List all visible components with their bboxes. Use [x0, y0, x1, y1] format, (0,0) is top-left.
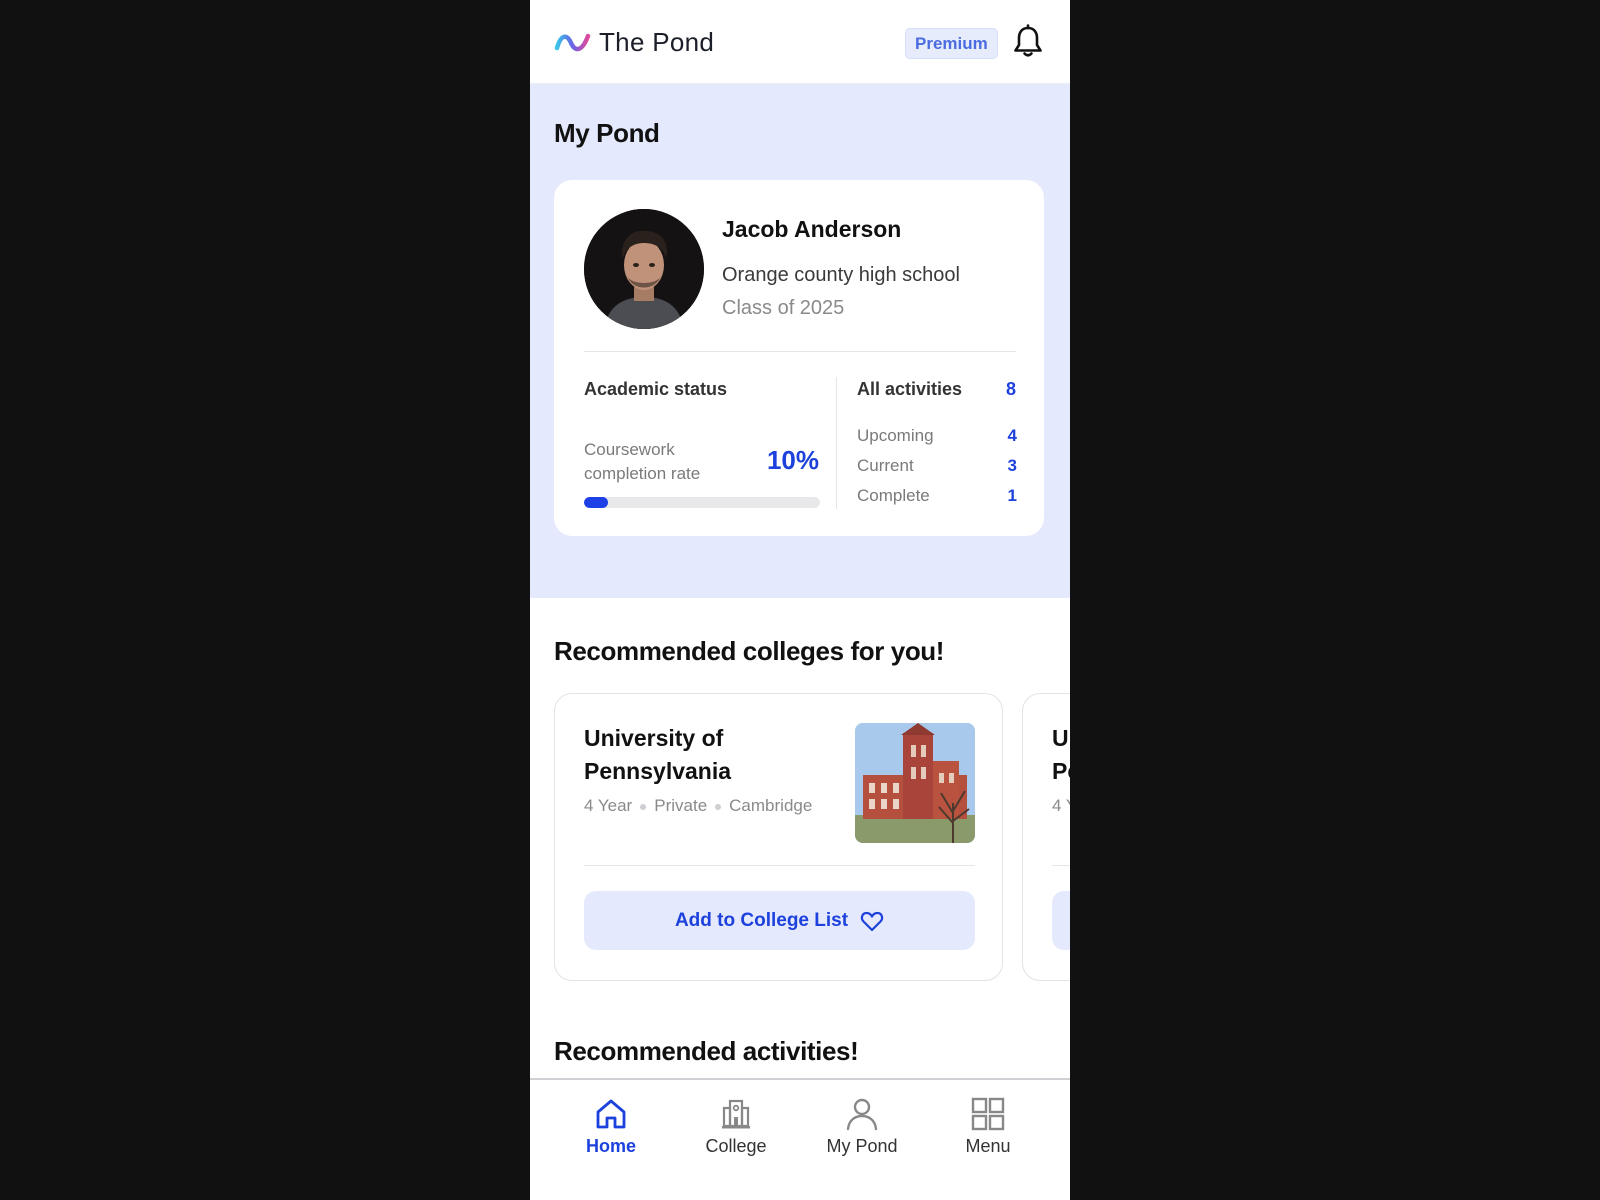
college-card[interactable]: University of Pennsylvania 4 Year Private… [554, 693, 1003, 981]
nav-label: My Pond [826, 1136, 898, 1156]
profile-class-year: Class of 2025 [722, 297, 845, 319]
nav-menu[interactable]: Menu [933, 1096, 1043, 1157]
activity-row-current[interactable]: Current 3 [857, 456, 1017, 476]
academic-status-title: Academic status [584, 379, 728, 399]
activity-row-upcoming[interactable]: Upcoming 4 [857, 426, 1017, 446]
avatar[interactable] [584, 209, 704, 329]
college-building-photo [855, 723, 975, 843]
brand-logo[interactable]: The Pond [554, 27, 714, 58]
home-icon [596, 1099, 626, 1129]
coursework-label: Coursework completion rate [584, 440, 701, 483]
wave-logo-icon [554, 33, 591, 51]
activity-label: Current [857, 456, 914, 475]
activity-label: Complete [857, 486, 930, 505]
activity-label: Upcoming [857, 426, 934, 445]
progress-fill [584, 497, 608, 508]
bell-icon[interactable] [1010, 24, 1046, 60]
nav-label: College [705, 1136, 767, 1156]
nav-my-pond[interactable]: My Pond [807, 1096, 917, 1157]
college-type: Private [654, 796, 708, 815]
bottom-navigation: Home College My Pond Menu [530, 1078, 1070, 1200]
profile-photo [584, 209, 704, 329]
card-divider [1052, 865, 1070, 866]
nav-home[interactable]: Home [556, 1096, 666, 1157]
college-years: 4 Year [584, 796, 633, 815]
user-icon [846, 1098, 878, 1131]
college-name: University of Pennsylvania [1052, 725, 1070, 784]
college-image [855, 723, 975, 843]
all-activities-count: 8 [1005, 379, 1016, 399]
my-pond-title: My Pond [554, 118, 660, 148]
coursework-percent: 10% [766, 445, 819, 475]
separator-dot [715, 803, 722, 810]
app-screen: The Pond Premium My Pond Jacob Anderson … [530, 0, 1070, 1200]
nav-college[interactable]: College [681, 1096, 791, 1157]
college-meta: 4 Year Private Cambridge [584, 796, 812, 816]
premium-badge[interactable]: Premium [905, 28, 998, 59]
college-card[interactable]: University of Pennsylvania 4 Year [1022, 693, 1070, 981]
card-divider [584, 865, 975, 866]
recommended-colleges-title: Recommended colleges for you! [554, 636, 945, 666]
college-location: Cambridge [729, 796, 813, 815]
activity-count: 1 [1007, 486, 1017, 505]
activity-row-complete[interactable]: Complete 1 [857, 486, 1017, 506]
activity-count: 3 [1007, 456, 1017, 475]
add-to-college-list-button[interactable]: Add to College List [584, 891, 975, 950]
activity-count: 4 [1007, 426, 1017, 445]
top-header: The Pond Premium [530, 0, 1070, 84]
nav-label: Home [585, 1136, 636, 1156]
profile-name: Jacob Anderson [722, 216, 902, 242]
profile-card[interactable]: Jacob Anderson Orange county high school… [554, 180, 1044, 536]
heart-icon [860, 911, 884, 931]
nav-label: Menu [965, 1136, 1011, 1156]
separator-dot [640, 803, 647, 810]
college-meta: 4 Year [1052, 796, 1070, 816]
recommended-activities-title: Recommended activities! [554, 1036, 859, 1066]
college-name: University of Pennsylvania [584, 725, 732, 784]
profile-school: Orange county high school [722, 264, 960, 286]
add-to-college-list-button[interactable] [1052, 891, 1070, 950]
my-pond-section: My Pond Jacob Anderson Orange county hig… [530, 84, 1070, 598]
grid-icon [971, 1097, 1005, 1131]
stats-divider [836, 377, 837, 509]
all-activities-title[interactable]: All activities [857, 379, 962, 400]
brand-name: The Pond [599, 27, 715, 57]
card-divider [584, 351, 1016, 352]
college-icon [722, 1099, 750, 1129]
coursework-progress-bar [584, 497, 820, 508]
college-years: 4 Year [1052, 796, 1070, 815]
button-label: Add to College List [674, 909, 849, 931]
